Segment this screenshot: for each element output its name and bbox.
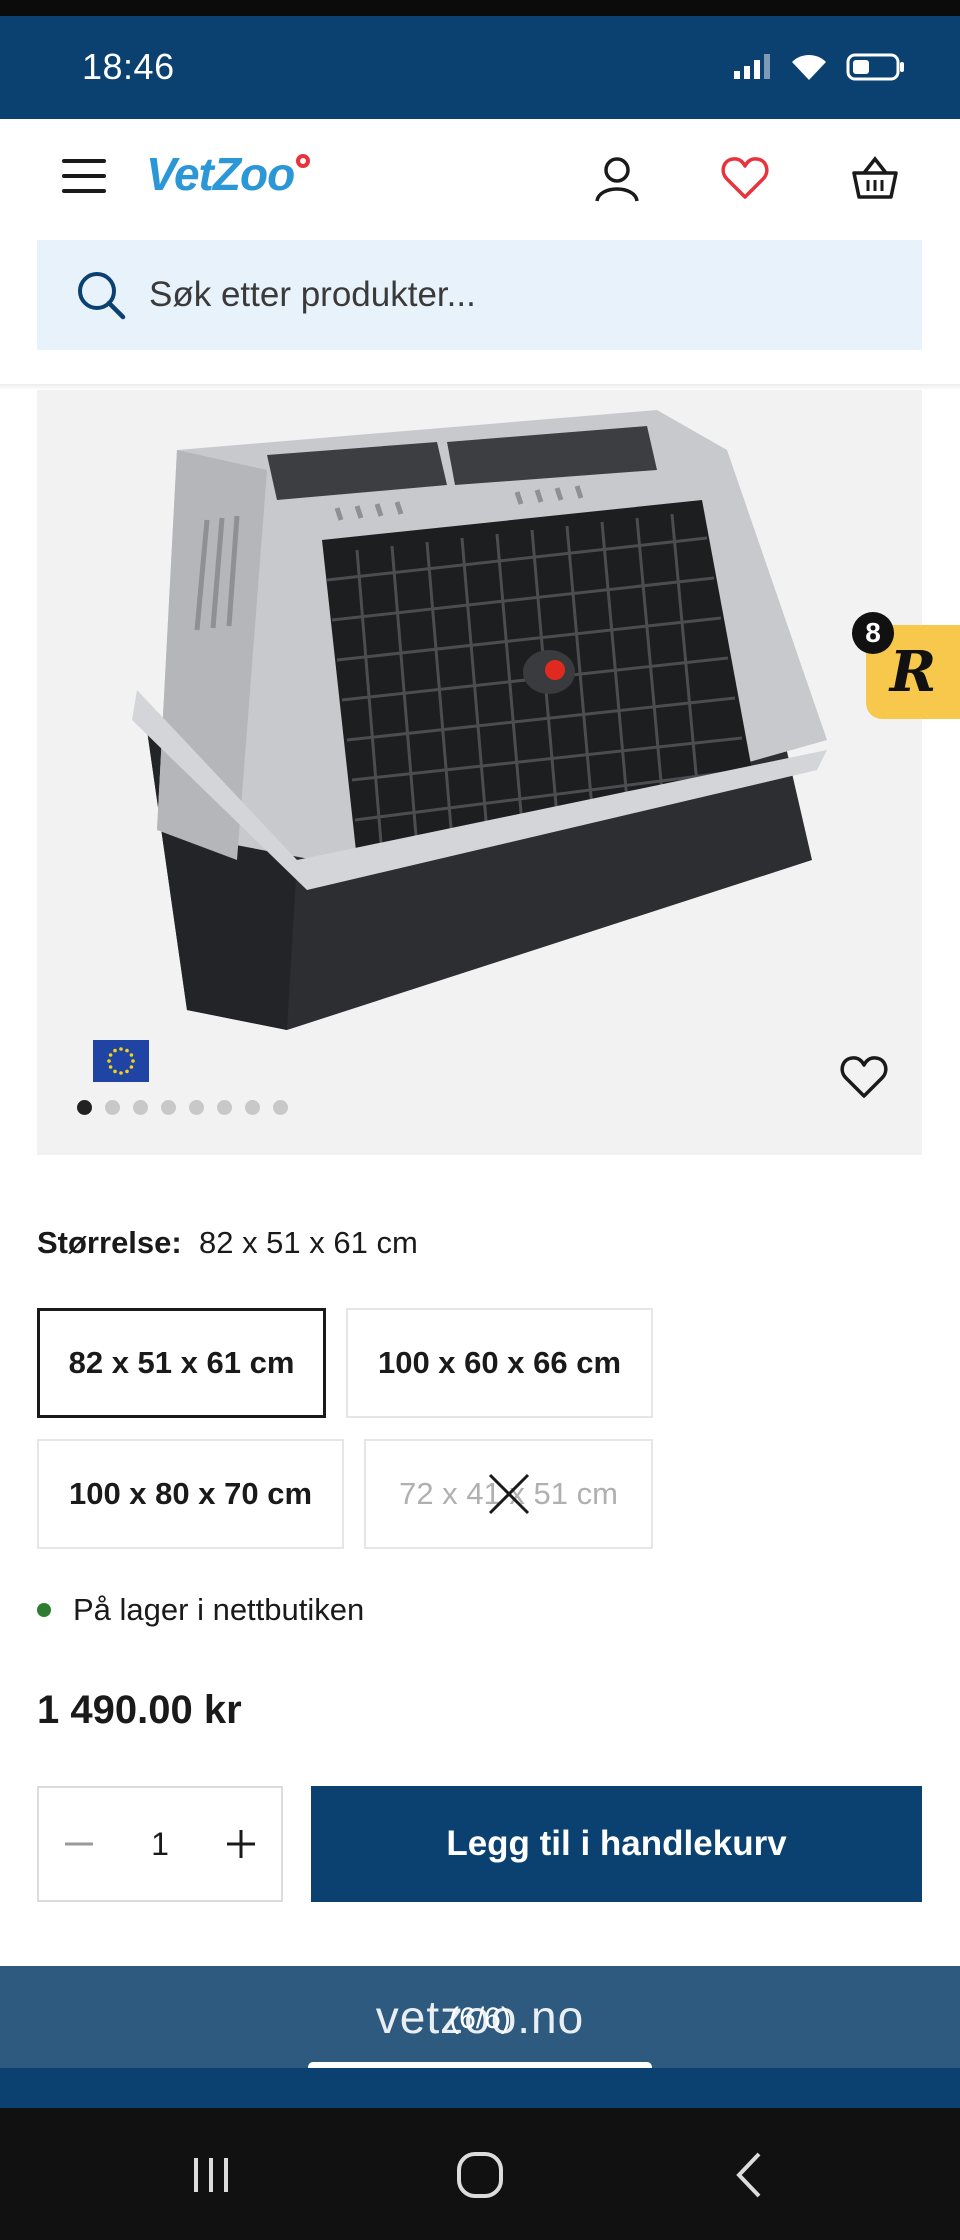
signal-icon — [734, 54, 770, 79]
logo-dot — [296, 154, 311, 168]
gallery-dot[interactable] — [161, 1100, 176, 1115]
stock-text: På lager i nettbutiken — [73, 1592, 365, 1627]
logo-text: VetZoo — [146, 148, 295, 200]
home-icon[interactable] — [455, 2150, 505, 2200]
browser-bottom-strip — [0, 2068, 960, 2108]
basket-icon[interactable] — [850, 153, 900, 203]
search-bar[interactable] — [37, 240, 922, 350]
size-option-label: 82 x 51 x 61 cm — [68, 1345, 295, 1380]
product-price: 1 490.00 kr — [37, 1688, 242, 1732]
logo[interactable]: VetZoo — [146, 147, 311, 201]
add-to-cart-button[interactable]: Legg til i handlekurv — [311, 1786, 922, 1902]
unavailable-cross-icon — [488, 1473, 530, 1515]
gallery-dot[interactable] — [189, 1100, 204, 1115]
search-icon — [78, 272, 126, 320]
gallery-dot[interactable] — [245, 1100, 260, 1115]
android-nav-bar — [0, 2108, 960, 2240]
review-count-badge: 8 — [852, 612, 894, 654]
size-option[interactable]: 82 x 51 x 61 cm — [37, 1308, 326, 1418]
eu-flag-icon — [93, 1040, 149, 1082]
heart-icon[interactable] — [720, 153, 770, 203]
review-badge-logo: R — [889, 639, 937, 705]
size-option-label: 100 x 80 x 70 cm — [68, 1476, 313, 1511]
gallery-dot[interactable] — [217, 1100, 232, 1115]
size-option-unavailable[interactable]: 72 x 41 x 51 cm — [364, 1439, 653, 1549]
gallery-pagination[interactable] — [77, 1100, 288, 1115]
gallery-dot[interactable] — [77, 1100, 92, 1115]
size-label: Størrelse: — [37, 1225, 182, 1260]
status-bar: 18:46 — [0, 16, 960, 119]
back-icon[interactable] — [725, 2150, 775, 2200]
recent-apps-icon[interactable] — [186, 2150, 236, 2200]
battery-icon — [846, 53, 904, 81]
size-selected-value: 82 x 51 x 61 cm — [198, 1225, 418, 1260]
gallery-dot[interactable] — [133, 1100, 148, 1115]
wishlist-heart-icon[interactable] — [838, 1052, 890, 1100]
size-option-label: 100 x 60 x 66 cm — [377, 1345, 622, 1380]
plus-icon[interactable] — [223, 1826, 259, 1862]
top-edge — [0, 0, 960, 16]
stock-status: På lager i nettbutiken — [37, 1592, 364, 1628]
wifi-icon — [792, 54, 826, 80]
tab-page-indicator: (6/6) — [449, 2002, 511, 2035]
size-option[interactable]: 100 x 80 x 70 cm — [37, 1439, 344, 1549]
stock-dot-icon — [37, 1603, 51, 1617]
size-label-row: Størrelse: 82 x 51 x 61 cm — [37, 1225, 418, 1261]
site-header: VetZoo — [0, 119, 960, 232]
gallery-dot[interactable] — [105, 1100, 120, 1115]
user-icon[interactable] — [592, 153, 642, 203]
status-icons — [732, 52, 906, 82]
search-input[interactable] — [149, 275, 849, 315]
quantity-value[interactable]: 1 — [151, 1826, 169, 1863]
minus-icon[interactable] — [61, 1826, 97, 1862]
size-option[interactable]: 100 x 60 x 66 cm — [346, 1308, 653, 1418]
product-gallery[interactable] — [37, 390, 922, 1155]
browser-url-bar[interactable]: vetzoo.no (6/6) — [0, 1966, 960, 2072]
quantity-stepper: 1 — [37, 1786, 283, 1902]
status-time: 18:46 — [82, 46, 175, 87]
gallery-dot[interactable] — [273, 1100, 288, 1115]
product-image[interactable] — [37, 390, 922, 1030]
menu-icon[interactable] — [62, 159, 106, 193]
